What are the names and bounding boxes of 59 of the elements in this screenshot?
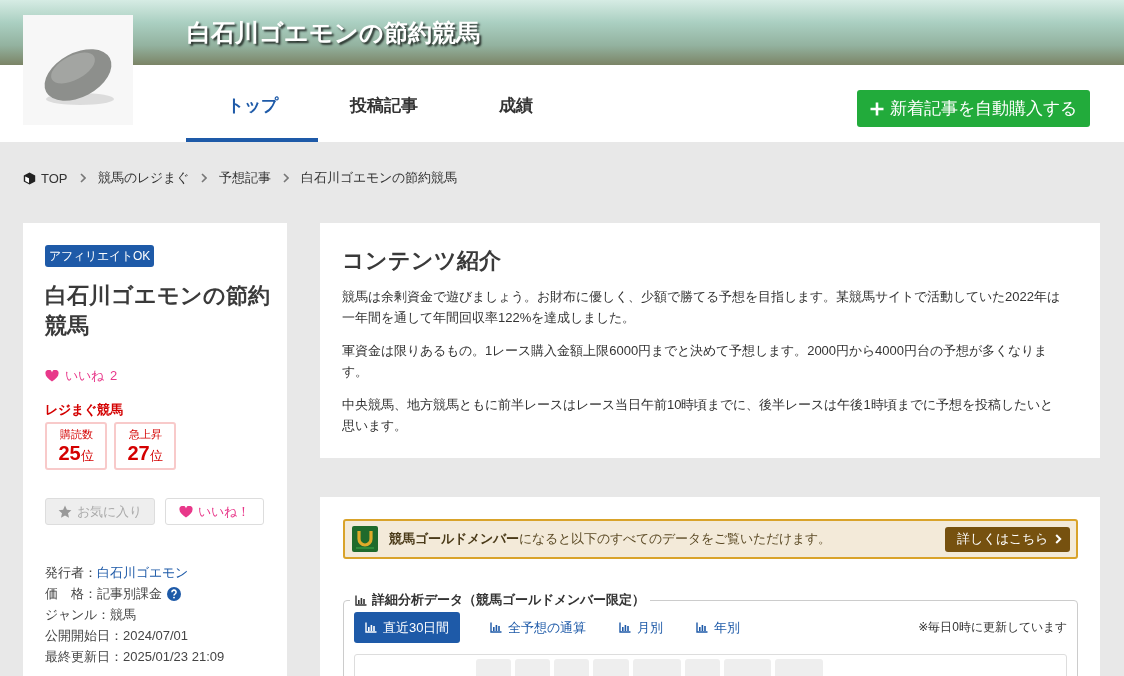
- breadcrumb-link[interactable]: TOP: [41, 170, 68, 186]
- panel-legend: 詳細分析データ（競馬ゴールドメンバー限定）: [372, 591, 645, 609]
- info-label: 最終更新日：: [45, 648, 123, 666]
- rank-label: 購読数: [59, 427, 93, 441]
- horseshoe-icon: [352, 526, 378, 552]
- publisher-link[interactable]: 白石川ゴエモン: [97, 562, 188, 583]
- period-tab[interactable]: 年別: [693, 612, 744, 643]
- info-value: 競馬: [110, 606, 136, 624]
- stone-logo-drawing[interactable]: [23, 15, 133, 125]
- rank-number: 25: [58, 441, 81, 465]
- info-label: 発行者：: [45, 564, 97, 582]
- nav-tab[interactable]: 投稿記事: [318, 65, 450, 142]
- breadcrumb-link[interactable]: 予想記事: [218, 169, 271, 187]
- star-icon: [58, 504, 72, 519]
- period-tab[interactable]: 直近30日間: [354, 612, 461, 643]
- help-icon[interactable]: [167, 586, 181, 601]
- heart-icon: [179, 505, 193, 518]
- info-value: 2025/01/23 21:09: [123, 648, 225, 666]
- rank-unit: 位: [149, 448, 163, 465]
- bar-chart-icon: [355, 594, 367, 606]
- info-value: 記事別課金: [97, 585, 162, 603]
- ranking-title: レジまぐ競馬: [45, 401, 124, 419]
- membership-text: 競馬ゴールドメンバーになると以下のすべてのデータをご覧いただけます。: [389, 530, 831, 548]
- intro-paragraph: 競馬は余剰資金で遊びましょう。お財布に優しく、少額で勝てる予想を目指します。某競馬サイトで活動していた2022年は一年間を通して年間回収率122%を達成しました。: [342, 288, 1061, 327]
- like-count: 2: [110, 367, 118, 385]
- info-label: ジャンル：: [45, 606, 110, 624]
- rank-unit: 位: [80, 448, 94, 465]
- info-value: 2024/07/01: [123, 627, 189, 645]
- bar-chart-icon: [696, 622, 709, 633]
- details-button[interactable]: 詳しくはこちら: [945, 526, 1070, 552]
- cube-icon: [23, 171, 36, 185]
- chevron-icon: [200, 173, 207, 183]
- nav-tab[interactable]: 成績: [450, 65, 582, 142]
- intro-paragraph: 中央競馬、地方競馬ともに前半レースはレース当日午前10時頃までに、後半レースは午後1時頃までに予想を投稿したいと思います。: [342, 396, 1054, 435]
- like-label: いいね: [65, 367, 104, 385]
- nav-tab[interactable]: トップ: [186, 65, 318, 142]
- heart-icon: [45, 370, 59, 382]
- breadcrumb-current: 白石川ゴエモンの節約競馬: [300, 169, 457, 187]
- bar-chart-icon: [490, 622, 503, 633]
- period-tab[interactable]: 月別: [616, 612, 667, 643]
- info-label: 公開開始日：: [45, 627, 123, 645]
- affiliate-badge: アフィリエイトOK: [45, 245, 155, 267]
- update-note: ※毎日0時に更新しています: [918, 619, 1067, 636]
- chevron-icon: [1055, 534, 1062, 544]
- chevron-icon: [79, 173, 86, 183]
- content-title: 白石川ゴエモンの節約競馬: [45, 282, 271, 340]
- chevron-icon: [282, 173, 289, 183]
- section-heading: コンテンツ紹介: [342, 247, 502, 275]
- period-tab[interactable]: 全予想の通算: [487, 612, 590, 643]
- site-title: 白石川ゴエモンの節約競馬: [187, 17, 480, 48]
- breadcrumb-link[interactable]: 競馬のレジまぐ: [97, 169, 189, 187]
- plus-icon: [870, 101, 884, 116]
- bar-chart-icon: [365, 622, 377, 633]
- rank-label: 急上昇: [128, 427, 162, 441]
- like-button[interactable]: いいね！: [165, 498, 264, 525]
- intro-paragraph: 軍資金は限りあるもの。1レース購入金額上限6000円までと決めて予想します。2000円から4000円台の予想が多くなります。: [342, 342, 1048, 381]
- rank-number: 27: [127, 441, 150, 465]
- info-label: 価 格：: [45, 585, 97, 603]
- bar-chart-icon: [619, 622, 632, 633]
